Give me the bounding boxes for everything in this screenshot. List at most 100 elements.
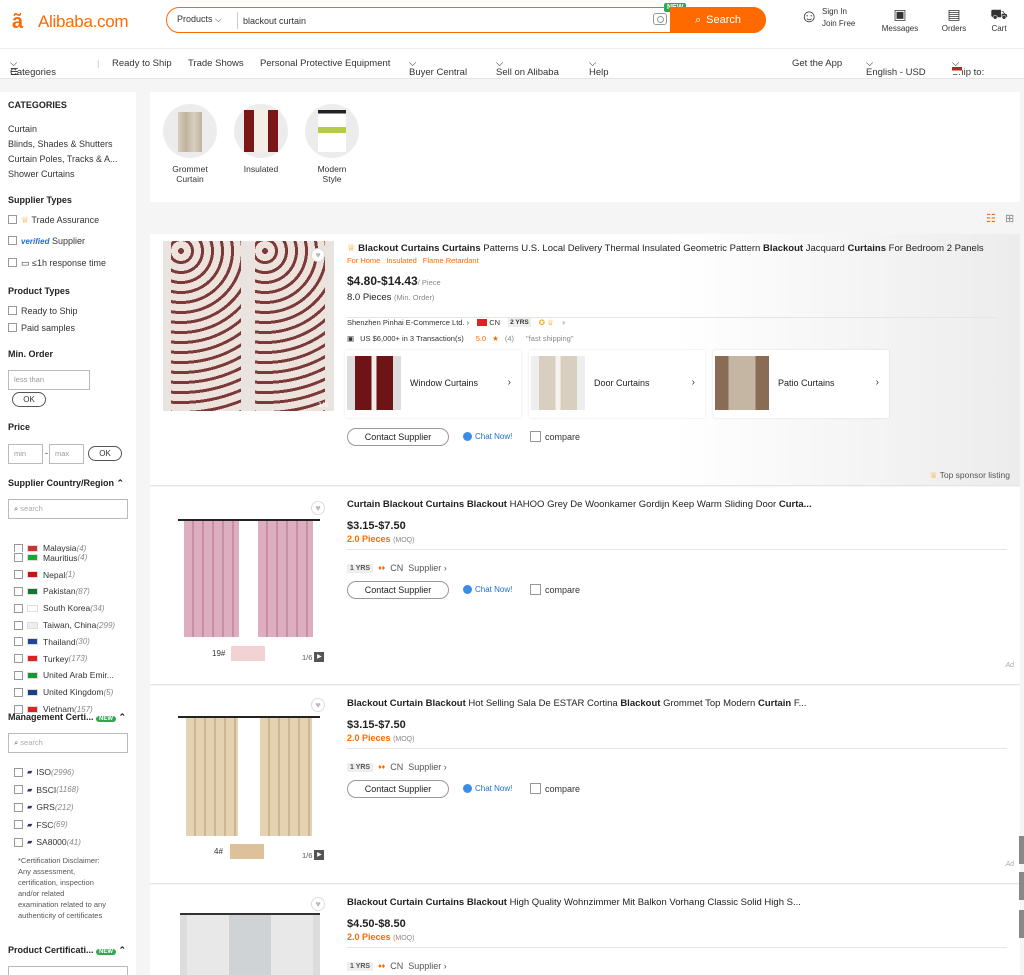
- country-filter-item[interactable]: Mauritius (4): [14, 553, 87, 563]
- sub-category-window-curtains[interactable]: Window Curtains ›: [345, 350, 521, 418]
- checkbox[interactable]: [14, 837, 23, 847]
- country-filter-item[interactable]: United Kingdom (5): [14, 687, 113, 697]
- cart-link[interactable]: ⛟ Cart: [984, 6, 1014, 33]
- min-order-input[interactable]: less than: [8, 370, 90, 390]
- checkbox[interactable]: [530, 584, 541, 595]
- nav-ppe[interactable]: Personal Protective Equipment: [260, 58, 390, 69]
- nav-help[interactable]: Help ⌵: [589, 58, 609, 78]
- product-title[interactable]: ♕ Blackout Curtains Curtains Patterns U.…: [347, 243, 1007, 254]
- ship-to-select[interactable]: Ship to: ⌵: [952, 58, 984, 78]
- price-ok-button[interactable]: OK: [88, 446, 122, 461]
- checkbox[interactable]: [14, 820, 23, 829]
- product-image[interactable]: [180, 913, 320, 975]
- sign-in-link[interactable]: ☺ Sign In Join Free: [800, 6, 860, 30]
- category-curtain[interactable]: Curtain: [8, 124, 37, 134]
- sub-category-door-curtains[interactable]: Door Curtains ›: [529, 350, 705, 418]
- cert-search-input[interactable]: ⌕ search: [8, 733, 128, 753]
- contact-supplier-button[interactable]: Contact Supplier: [347, 780, 449, 798]
- compare-checkbox[interactable]: compare: [530, 783, 580, 794]
- checkbox[interactable]: [530, 431, 541, 442]
- cert-filter-item[interactable]: ▰ BSCI (1168): [14, 785, 79, 795]
- favorite-heart-icon[interactable]: ♥: [311, 897, 325, 911]
- product-card[interactable]: ♥ Blackout Curtain Curtains Blackout Hig…: [150, 885, 1020, 975]
- product-title[interactable]: Curtain Blackout Curtains Blackout HAHOO…: [347, 499, 1007, 510]
- management-cert-heading[interactable]: Management Certi... NEW ⌃: [8, 712, 126, 723]
- contact-supplier-button[interactable]: Contact Supplier: [347, 428, 449, 446]
- list-view-icon[interactable]: ☷: [986, 212, 996, 225]
- country-heading[interactable]: Supplier Country/Region ⌃: [8, 478, 124, 489]
- category-blinds[interactable]: Blinds, Shades & Shutters: [8, 139, 113, 149]
- product-image[interactable]: [174, 501, 324, 643]
- compare-checkbox[interactable]: compare: [530, 584, 580, 595]
- product-card-sponsored[interactable]: ♥ 1/6 ♕ Blackout Curtains Curtains Patte…: [150, 234, 1020, 486]
- checkbox[interactable]: [14, 553, 23, 563]
- country-filter-item[interactable]: United Arab Emir...: [14, 670, 114, 680]
- scroll-handle[interactable]: [1019, 910, 1024, 938]
- checkbox[interactable]: [14, 785, 23, 794]
- color-swatch[interactable]: [231, 646, 265, 661]
- orders-link[interactable]: ▤ Orders: [936, 6, 972, 33]
- checkbox[interactable]: [14, 802, 23, 812]
- checkbox[interactable]: [14, 654, 23, 664]
- checkbox[interactable]: [14, 586, 23, 596]
- checkbox[interactable]: [8, 215, 17, 224]
- checkbox[interactable]: [14, 603, 23, 613]
- checkbox[interactable]: [8, 236, 17, 245]
- cert-filter-item[interactable]: ▰ GRS (212): [14, 802, 74, 812]
- favorite-heart-icon[interactable]: ♥: [311, 248, 325, 262]
- product-card[interactable]: ♥ 19# 1/6 ▶ Curtain Blackout Curtains Bla…: [150, 487, 1020, 685]
- country-filter-item[interactable]: Taiwan, China (299): [14, 620, 115, 630]
- country-filter-item[interactable]: Nepal (1): [14, 570, 75, 580]
- product-cert-search-input[interactable]: [8, 966, 128, 975]
- category-circle-modern[interactable]: Modern Style: [302, 104, 362, 184]
- country-search-input[interactable]: ⌕ search: [8, 499, 128, 519]
- product-cert-heading[interactable]: Product Certificati... NEW ⌃: [8, 945, 126, 956]
- filter-ready-to-ship[interactable]: Ready to Ship: [8, 306, 78, 316]
- nav-buyer-central[interactable]: Buyer Central ⌵: [409, 58, 467, 78]
- checkbox[interactable]: [14, 687, 23, 697]
- nav-ready-to-ship[interactable]: Ready to Ship: [112, 58, 172, 69]
- alibaba-logo[interactable]: ã Alibaba.com: [12, 10, 129, 34]
- color-swatch[interactable]: [230, 844, 264, 859]
- product-title[interactable]: Blackout Curtain Blackout Hot Selling Sa…: [347, 698, 1007, 709]
- price-max-input[interactable]: max: [49, 444, 84, 464]
- product-image[interactable]: [174, 700, 324, 842]
- image-pager[interactable]: 1/6 ▶: [302, 850, 325, 860]
- messages-link[interactable]: ▣ Messages: [878, 6, 922, 33]
- checkbox[interactable]: [14, 544, 23, 552]
- checkbox[interactable]: [530, 783, 541, 794]
- favorite-heart-icon[interactable]: ♥: [311, 501, 325, 515]
- cert-filter-item[interactable]: ▰ ISO (2996): [14, 767, 74, 777]
- filter-trade-assurance[interactable]: ♕ Trade Assurance: [8, 215, 99, 226]
- category-curtain-poles[interactable]: Curtain Poles, Tracks & A...: [8, 154, 118, 164]
- checkbox[interactable]: [8, 306, 17, 315]
- favorite-heart-icon[interactable]: ♥: [311, 698, 325, 712]
- nav-sell-on-alibaba[interactable]: Sell on Alibaba ⌵: [496, 58, 559, 78]
- cert-filter-item[interactable]: ▰ FSC (69): [14, 820, 68, 830]
- chat-now-link[interactable]: Chat Now!: [463, 585, 512, 594]
- country-filter-item[interactable]: Turkey (173): [14, 654, 87, 664]
- get-the-app-link[interactable]: Get the App: [792, 58, 842, 69]
- country-filter-item[interactable]: Pakistan (87): [14, 586, 90, 596]
- country-filter-item[interactable]: Malaysia (4): [14, 544, 86, 552]
- contact-supplier-button[interactable]: Contact Supplier: [347, 581, 449, 599]
- product-image[interactable]: [163, 241, 334, 411]
- supplier-link[interactable]: Supplier ›: [408, 563, 447, 573]
- category-circle-grommet[interactable]: Grommet Curtain: [160, 104, 220, 184]
- checkbox[interactable]: [14, 570, 23, 580]
- grid-view-icon[interactable]: ⊞: [1005, 212, 1014, 225]
- checkbox[interactable]: [14, 670, 23, 680]
- image-pager[interactable]: 1/6 ▶: [302, 652, 325, 662]
- sub-category-patio-curtains[interactable]: Patio Curtains ›: [713, 350, 889, 418]
- categories-menu[interactable]: ☰ Categories ⌵: [10, 58, 56, 78]
- product-card[interactable]: ♥ 4# 1/6 ▶ Blackout Curtain Blackout Hot …: [150, 686, 1020, 884]
- search-category-select[interactable]: Products ⌵: [177, 14, 222, 25]
- country-filter-item[interactable]: South Korea (34): [14, 603, 105, 613]
- chat-now-link[interactable]: Chat Now!: [463, 432, 512, 441]
- language-currency-select[interactable]: English - USD ⌵: [866, 58, 926, 78]
- filter-paid-samples[interactable]: Paid samples: [8, 323, 75, 333]
- supplier-link[interactable]: Supplier ›: [408, 961, 447, 971]
- category-shower-curtains[interactable]: Shower Curtains: [8, 169, 75, 179]
- supplier-link[interactable]: Supplier ›: [408, 762, 447, 772]
- supplier-name[interactable]: Shenzhen Pinhai E-Commerce Ltd. ›: [347, 318, 469, 327]
